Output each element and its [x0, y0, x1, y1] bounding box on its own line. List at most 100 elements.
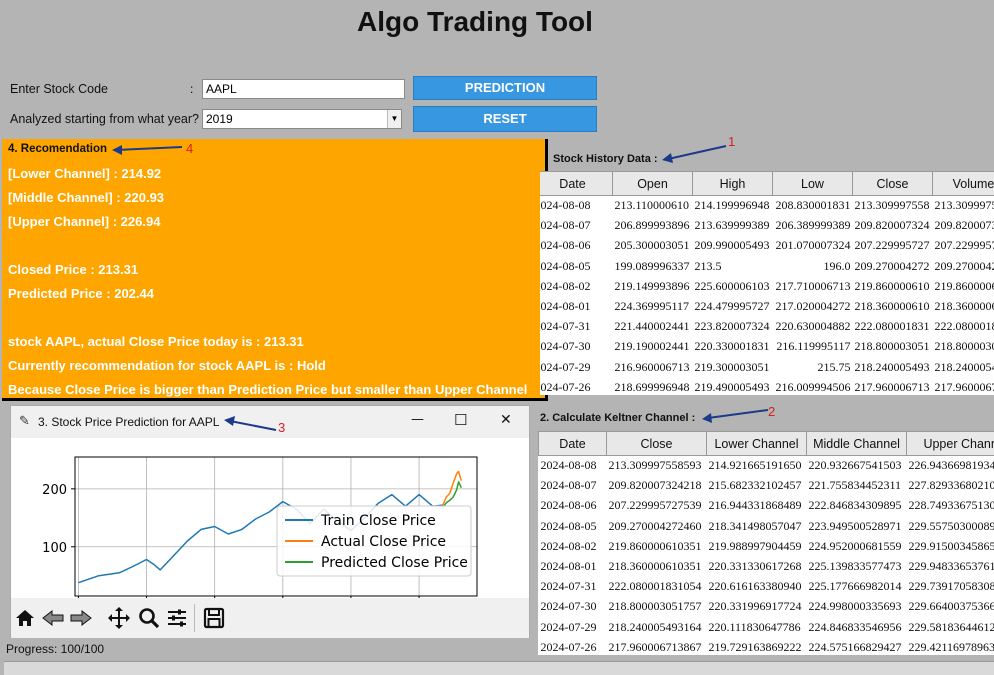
- column-header[interactable]: Lower Channel: [706, 431, 807, 456]
- column-header[interactable]: Close: [852, 171, 933, 196]
- minimize-button[interactable]: —: [411, 412, 424, 427]
- table-row[interactable]: 2024-08-08 213.309997558593 214.9216651916…: [539, 456, 994, 476]
- table-row[interactable]: 2024-07-26 218.699996948 219.490005493 216.…: [540, 377, 994, 395]
- table-row[interactable]: 2024-08-08 213.110000610 214.199996948 208.…: [540, 196, 994, 216]
- year-select[interactable]: 2019 ▼: [202, 109, 402, 129]
- annotation-label-1: 1: [728, 134, 736, 149]
- stock-history-table-container[interactable]: Date Open High Low Close Volume 2024-08-08 213…: [540, 171, 994, 395]
- table-row[interactable]: 2024-08-02 219.149993896 225.600006103 217.…: [540, 276, 994, 296]
- table-row[interactable]: 2024-08-02 219.860000610351 219.9889979044…: [539, 536, 994, 556]
- chevron-down-icon[interactable]: ▼: [387, 110, 401, 128]
- table-cell: 2024-08-06: [540, 238, 591, 253]
- keltner-table-container[interactable]: Date Close Lower Channel Middle Channel Uppe…: [538, 431, 994, 655]
- stock-code-input[interactable]: AAPL: [202, 79, 405, 99]
- keltner-title: 2. Calculate Keltner Channel :: [540, 412, 696, 424]
- current-recommendation-text: Currently recommendation for stock AAPL …: [8, 358, 326, 373]
- horizontal-scrollbar[interactable]: [4, 661, 994, 675]
- table-row[interactable]: 2024-08-05 199.089996337 213.5 196.0 209.270…: [540, 256, 994, 276]
- stock-code-label: Enter Stock Code: [10, 82, 108, 96]
- close-button[interactable]: ✕: [500, 412, 512, 428]
- annotation-arrow-2: [702, 409, 769, 423]
- table-row[interactable]: 2024-08-07 206.899993896 213.639999389 206.…: [540, 216, 994, 236]
- table-cell: 213.5: [694, 258, 722, 273]
- table-cell: 226.94366981934: [908, 458, 994, 473]
- legend-label: Predicted Close Price: [321, 555, 468, 571]
- table-row[interactable]: 2024-08-01 218.360000610351 220.3313306172…: [539, 556, 994, 576]
- pan-icon[interactable]: [107, 606, 131, 630]
- plot-window[interactable]: ✎ 3. Stock Price Prediction for AAPL — ☐…: [10, 405, 530, 638]
- table-row[interactable]: 2024-08-05 209.270004272460 218.3414980570…: [539, 516, 994, 536]
- column-header[interactable]: Date: [540, 171, 613, 196]
- table-cell: 2024-08-01: [540, 299, 591, 314]
- table-cell: 207.229995727: [934, 238, 994, 253]
- table-row[interactable]: 2024-08-06 205.300003051 209.990005493 201.…: [540, 236, 994, 256]
- table-row[interactable]: 2024-08-06 207.229995727539 216.9443318684…: [539, 496, 994, 516]
- table-cell: 2024-08-07: [540, 478, 597, 493]
- table-row[interactable]: 2024-07-29 218.240005493164 220.1118306477…: [539, 617, 994, 637]
- column-header[interactable]: Upper Channel: [906, 431, 994, 456]
- maximize-button[interactable]: ☐: [454, 411, 467, 429]
- table-cell: 219.729163869222: [708, 639, 802, 654]
- plot-canvas[interactable]: 201920202021202220232024100200Train Clos…: [11, 438, 529, 616]
- table-cell: 207.229995727539: [608, 498, 702, 513]
- table-cell: 229.42116978963: [908, 639, 994, 654]
- forward-icon[interactable]: [69, 606, 93, 630]
- column-header[interactable]: Middle Channel: [806, 431, 907, 456]
- table-cell: 224.952000681559: [808, 538, 902, 553]
- table-cell: 224.575166829427: [808, 639, 902, 654]
- table-cell: 222.080001831: [854, 319, 930, 334]
- table-row[interactable]: 2024-07-31 221.440002441 223.820007324 220.…: [540, 317, 994, 337]
- table-cell: 2024-07-30: [540, 339, 591, 354]
- table-cell: 205.300003051: [614, 238, 690, 253]
- table-cell: 229.73917058308: [908, 579, 994, 594]
- prediction-button[interactable]: PREDICTION: [413, 76, 597, 100]
- table-cell: 218.240005493164: [608, 619, 702, 634]
- table-cell: 219.860000610: [934, 278, 994, 293]
- column-header[interactable]: Low: [772, 171, 853, 196]
- table-cell: 196.0: [823, 258, 851, 273]
- column-header[interactable]: Open: [612, 171, 693, 196]
- upper-channel-text: [Upper Channel] : 226.94: [8, 214, 161, 229]
- table-cell: 219.490005493: [694, 379, 770, 394]
- annotation-label-4: 4: [186, 141, 194, 156]
- save-icon[interactable]: [202, 606, 226, 630]
- predicted-price-text: Predicted Price : 202.44: [8, 286, 154, 301]
- table-row[interactable]: 2024-07-30 219.190002441 220.330001831 216.…: [540, 337, 994, 357]
- table-cell: 216.009994506: [775, 379, 851, 394]
- configure-icon[interactable]: [165, 606, 189, 630]
- recommendation-title: 4. Recomendation: [8, 143, 108, 155]
- table-cell: 2024-07-29: [540, 359, 591, 374]
- table-row[interactable]: 2024-07-26 217.960006713867 219.7291638692…: [539, 637, 994, 655]
- table-cell: 2024-07-30: [540, 599, 597, 614]
- back-icon[interactable]: [41, 606, 65, 630]
- table-cell: 223.820007324: [694, 319, 770, 334]
- home-icon[interactable]: [13, 606, 37, 630]
- stock-colon: :: [190, 82, 194, 96]
- table-cell: 209.820007324218: [608, 478, 702, 493]
- table-cell: 209.990005493: [694, 238, 770, 253]
- table-row[interactable]: 2024-08-01 224.369995117 224.479995727 217.…: [540, 296, 994, 316]
- column-header[interactable]: Date: [538, 431, 607, 456]
- table-row[interactable]: 2024-08-07 209.820007324218 215.6823321024…: [539, 476, 994, 496]
- plot-window-title: 3. Stock Price Prediction for AAPL: [38, 415, 220, 429]
- table-cell: 224.479995727: [694, 299, 770, 314]
- table-cell: 216.944331868489: [708, 498, 802, 513]
- table-row[interactable]: 2024-07-31 222.080001831054 220.6161633809…: [539, 577, 994, 597]
- table-cell: 2024-08-01: [540, 559, 597, 574]
- table-cell: 218.800003051757: [608, 599, 702, 614]
- column-header[interactable]: Volume: [932, 171, 994, 196]
- table-cell: 217.020004272: [775, 299, 851, 314]
- middle-channel-text: [Middle Channel] : 220.93: [8, 190, 165, 205]
- zoom-icon[interactable]: [137, 606, 161, 630]
- table-row[interactable]: 2024-07-29 216.960006713 219.300003051 215.…: [540, 357, 994, 377]
- year-select-value: 2019: [206, 112, 233, 126]
- reset-button[interactable]: RESET: [413, 106, 597, 132]
- column-header[interactable]: High: [692, 171, 773, 196]
- table-cell: 2024-08-05: [540, 518, 597, 533]
- column-header[interactable]: Close: [606, 431, 707, 456]
- table-cell: 213.110000610: [614, 198, 690, 213]
- table-cell: 225.139833577473: [808, 559, 902, 574]
- table-cell: 213.309997558593: [608, 458, 702, 473]
- table-cell: 217.710006713: [775, 278, 851, 293]
- table-row[interactable]: 2024-07-30 218.800003051757 220.3319969177…: [539, 597, 994, 617]
